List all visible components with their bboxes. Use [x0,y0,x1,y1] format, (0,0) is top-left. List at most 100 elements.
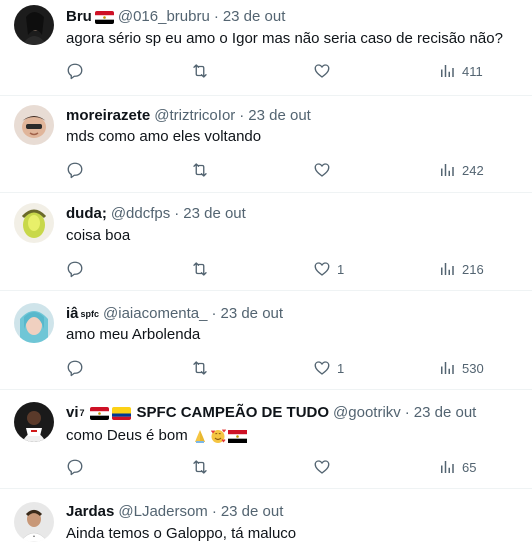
tweet-text: como Deus é bom [66,426,247,446]
view-count: 242 [462,162,484,178]
reply-button[interactable] [66,160,84,180]
tweet-header: iâ spfc @iaiacomenta_ · 23 de out [66,304,283,324]
tweet-date[interactable]: 23 de out [248,106,311,126]
tweet-actions: 242 [66,160,496,180]
display-name[interactable]: duda; [66,204,107,224]
like-button[interactable]: 1 [313,259,344,279]
retweet-button[interactable] [191,358,209,378]
like-count: 1 [337,261,345,277]
reply-button[interactable] [66,259,84,279]
views-button[interactable]: 65 [438,457,476,477]
views-button[interactable]: 411 [438,61,483,81]
avatar[interactable]: • [14,502,54,542]
tweet-date[interactable]: 23 de out [220,304,283,324]
views-button[interactable]: 242 [438,160,484,180]
display-name[interactable]: iâ [66,304,79,324]
retweet-button[interactable] [191,61,209,81]
tweet-actions: 1 216 [66,259,496,279]
tweet-text: amo meu Arbolenda [66,326,201,343]
name-superscript: 7 [79,408,85,418]
reply-button[interactable] [66,61,84,81]
tweet-header: Jardas @LJadersom · 23 de out [66,502,283,522]
reply-button[interactable] [66,358,84,378]
tweet[interactable]: Bru @016_brubru · 23 de out agora sério … [0,0,532,96]
name-superscript: spfc [80,309,100,319]
retweet-icon [193,262,207,276]
tweet-text: Ainda temos o Galoppo, tá maluco [66,525,297,542]
reply-icon [67,360,83,377]
avatar[interactable] [14,203,54,243]
user-handle[interactable]: @triztricoIor [154,106,235,126]
like-button[interactable] [313,160,331,180]
tweet-date[interactable]: 23 de out [221,502,284,522]
view-count: 530 [462,360,484,376]
display-name[interactable]: Bru [66,7,92,27]
svg-text:•: • [33,534,35,540]
like-button[interactable] [313,457,331,477]
heart-icon [314,262,330,276]
like-button[interactable]: 1 [313,358,344,378]
view-count: 216 [462,261,484,277]
like-button[interactable] [313,61,337,81]
user-handle[interactable]: @gootrikv [333,403,401,423]
retweet-button[interactable] [191,457,209,477]
separator-dot: · [211,503,217,520]
tweet-text: agora sério sp eu amo o Igor mas não ser… [66,30,503,47]
praying-hands-icon [194,430,205,443]
avatar[interactable] [14,303,54,343]
tweet-date[interactable]: 23 de out [414,403,477,423]
reply-button[interactable] [66,457,84,477]
analytics-icon [441,461,454,473]
tweet-text: coisa boa [66,227,131,244]
display-name[interactable]: Jardas [66,502,114,522]
heart-icon [314,460,330,474]
colombia-flag-icon [111,406,131,420]
egypt-flag-icon [94,10,114,24]
tweet-header: vi 7 SPFC CAMPEÃO DE TUDO @gootrikv · 23… [66,403,476,423]
tweet[interactable]: iâ spfc @iaiacomenta_ · 23 de out amo me… [0,291,532,390]
user-handle[interactable]: @LJadersom [118,502,207,522]
tweet-actions: 65 [66,457,496,477]
tweet[interactable]: moreirazete @triztricoIor · 23 de out md… [0,96,532,193]
views-button[interactable]: 530 [438,358,484,378]
tweet-header: duda; @ddcfps · 23 de out [66,204,246,224]
display-name[interactable]: moreirazete [66,106,150,126]
tweet-actions: 1 530 [66,358,496,378]
view-count: 411 [462,63,483,79]
retweet-button[interactable] [191,160,209,180]
user-handle[interactable]: @016_brubru [118,7,210,27]
user-handle[interactable]: @ddcfps [111,204,170,224]
reply-icon [67,459,83,476]
display-name-suffix[interactable]: SPFC CAMPEÃO DE TUDO [137,403,330,423]
like-count: 1 [337,360,345,376]
tweet[interactable]: duda; @ddcfps · 23 de out coisa boa 1 21… [0,193,532,291]
avatar[interactable] [14,5,54,45]
reply-feed: Bru @016_brubru · 23 de out agora sério … [0,0,532,558]
tweet-emoji [192,428,247,444]
avatar[interactable] [14,105,54,145]
egypt-flag-icon [89,406,109,420]
reply-icon [67,63,83,80]
separator-dot: · [404,404,410,421]
view-count: 65 [462,459,477,475]
tweet-date[interactable]: 23 de out [223,7,286,27]
tweet-date[interactable]: 23 de out [183,204,246,224]
retweet-button[interactable] [191,259,209,279]
heart-icon [314,163,330,177]
views-button[interactable]: 216 [438,259,484,279]
user-handle[interactable]: @iaiacomenta_ [103,304,207,324]
reply-icon [67,162,83,179]
retweet-icon [193,460,207,474]
tweet[interactable]: • Jardas @LJadersom · 23 de out Ainda te… [0,489,532,558]
tweet-text: mds como amo eles voltando [66,128,262,145]
retweet-icon [193,64,207,78]
tweet-header: moreirazete @triztricoIor · 23 de out [66,106,311,126]
tweet[interactable]: vi 7 SPFC CAMPEÃO DE TUDO @gootrikv · 23… [0,390,532,489]
heart-icon [314,361,330,375]
analytics-icon [441,362,454,374]
name-emoji [89,406,131,420]
tweet-actions: 411 [66,61,496,81]
display-name[interactable]: vi [66,403,79,423]
separator-dot: · [213,8,219,25]
avatar[interactable] [14,402,54,442]
